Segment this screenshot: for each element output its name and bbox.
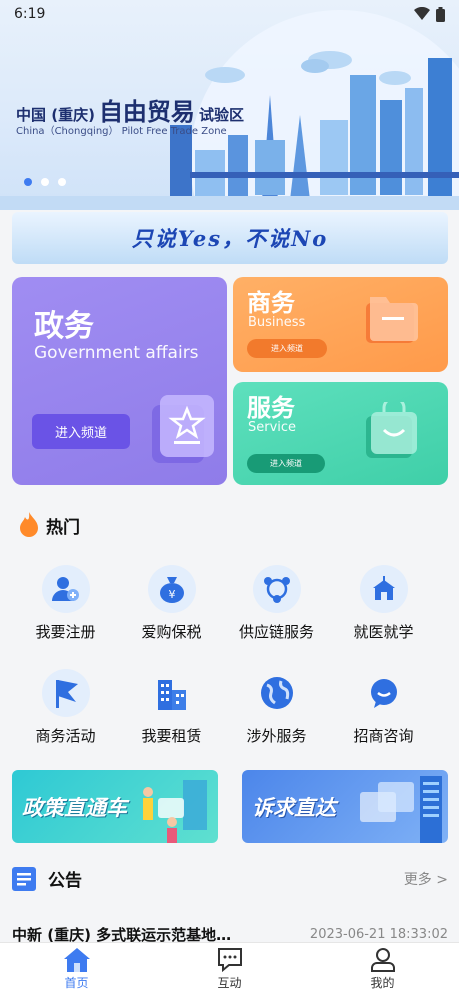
hot-item-label: 爱购保税 (141, 623, 202, 641)
hot-item-register[interactable]: 我要注册 (8, 565, 123, 642)
folder-icon (366, 297, 418, 343)
bag-icon (366, 402, 417, 458)
gov-enter-button[interactable]: 进入频道 (32, 414, 130, 449)
status-bar: 6:19 (0, 0, 459, 28)
wifi-icon (414, 7, 430, 20)
hot-item-label: 我要注册 (35, 623, 96, 641)
hot-item-bonded-shopping[interactable]: ¥ 爱购保税 (114, 565, 229, 642)
hot-item-supply-chain[interactable]: 供应链服务 (219, 565, 334, 642)
nav-mine[interactable]: 我的 (306, 943, 459, 996)
business-card[interactable]: 商务 Business 进入频道 (233, 277, 448, 372)
slogan-banner[interactable]: 只说Yes，不说No (12, 212, 448, 264)
hot-item-leasing[interactable]: 我要租赁 (114, 669, 229, 746)
hot-item-foreign-services[interactable]: 涉外服务 (219, 669, 334, 746)
gov-card-title: 政务 (34, 309, 94, 344)
add-user-icon (41, 565, 90, 613)
nav-interact[interactable]: 互动 (153, 943, 306, 996)
message-icon (217, 948, 242, 972)
nav-home[interactable]: 首页 (0, 943, 153, 996)
chat-icon (360, 669, 408, 717)
nav-label: 互动 (217, 976, 242, 990)
building-documents-illustration (360, 776, 442, 843)
hot-item-label: 就医就学 (353, 623, 414, 641)
appeal-direct-banner[interactable]: 诉求直达 (242, 770, 448, 843)
promo-label: 诉求直达 (252, 795, 336, 820)
network-icon (252, 565, 301, 613)
promo-label: 政策直通车 (22, 795, 127, 820)
biz-card-subtitle: Business (248, 315, 306, 330)
nav-label: 首页 (64, 976, 89, 990)
gov-affairs-card[interactable]: 政务 Government affairs 进入频道 (12, 277, 227, 485)
notice-item-time: 2023-06-21 18:33:02 (309, 927, 448, 942)
buildings-icon (148, 669, 196, 717)
biz-card-title: 商务 (247, 289, 295, 317)
carousel-dot[interactable] (58, 178, 66, 186)
hot-item-label: 商务活动 (35, 727, 96, 745)
notice-more-link[interactable]: 更多 > (404, 869, 448, 889)
carousel-indicator[interactable] (24, 178, 66, 186)
svc-card-title: 服务 (247, 394, 295, 422)
hot-item-business-events[interactable]: 商务活动 (8, 669, 123, 746)
service-card[interactable]: 服务 Service 进入频道 (233, 382, 448, 485)
carousel-dot[interactable] (24, 178, 32, 186)
carousel-dot[interactable] (41, 178, 49, 186)
svg-text:¥: ¥ (168, 588, 175, 601)
user-icon (370, 948, 395, 972)
money-bag-icon: ¥ (147, 565, 196, 613)
hot-item-label: 供应链服务 (238, 623, 314, 641)
flame-icon (20, 512, 38, 537)
status-time: 6:19 (14, 6, 46, 22)
flag-icon (41, 669, 90, 717)
battery-icon (436, 6, 445, 22)
nav-label: 我的 (370, 976, 395, 990)
home-icon (63, 948, 90, 972)
policy-express-banner[interactable]: 政策直通车 (12, 770, 218, 843)
notice-icon (12, 866, 36, 891)
notice-section-title: 公告 (48, 871, 82, 891)
biz-enter-button[interactable]: 进入频道 (247, 339, 327, 358)
globe-icon (253, 669, 301, 717)
badge-icon (152, 395, 214, 463)
svc-enter-button[interactable]: 进入频道 (247, 454, 325, 473)
bottom-navigation: 首页 互动 我的 (0, 942, 459, 996)
hot-section-header: 热门 (18, 512, 80, 538)
hot-item-label: 我要租赁 (141, 727, 202, 745)
school-icon (359, 565, 408, 613)
hot-section-title: 热门 (46, 517, 80, 538)
hot-item-label: 涉外服务 (246, 727, 307, 745)
hot-item-label: 招商咨询 (353, 727, 414, 745)
svc-card-subtitle: Service (248, 420, 297, 435)
hot-item-investment-consulting[interactable]: 招商咨询 (326, 669, 441, 746)
hot-item-medical-education[interactable]: 就医就学 (326, 565, 441, 642)
hero-banner[interactable]: 中国 (重庆) 自由贸易 试验区 China（Chongqing） Pilot … (0, 0, 459, 210)
gov-card-subtitle: Government affairs (34, 343, 199, 363)
banner-subtitle: China（Chongqing） Pilot Free Trade Zone (16, 126, 227, 137)
people-illustration (143, 780, 207, 843)
notice-section-header: 公告 更多 > (12, 866, 448, 891)
